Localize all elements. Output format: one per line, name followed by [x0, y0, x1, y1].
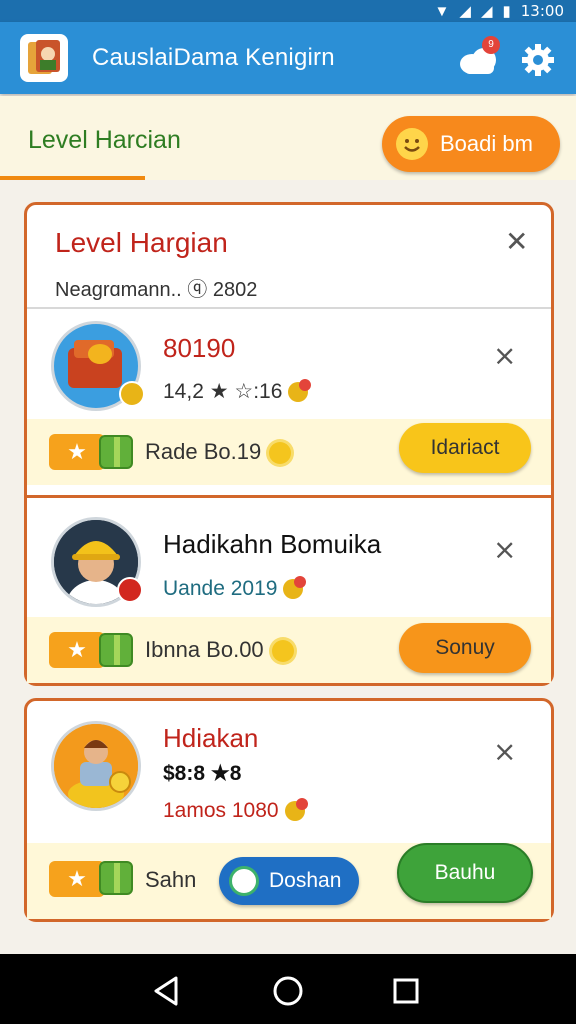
active-tab-indicator — [0, 176, 145, 180]
card-close-icon[interactable]: ✕ — [505, 225, 528, 258]
entry-action-button[interactable]: Bauhu — [397, 843, 533, 903]
coin-icon — [284, 798, 308, 822]
badge-icon — [229, 866, 259, 896]
card-divider — [27, 307, 551, 309]
secondary-action-label: Doshan — [269, 869, 342, 892]
back-icon[interactable] — [154, 976, 178, 1006]
wifi-icon: ▼ — [434, 2, 450, 20]
reward-text: Rade Bo.19 — [145, 439, 292, 465]
secondary-action-button[interactable]: Doshan — [219, 857, 359, 905]
entry-stats-text: 1amos 1080 — [163, 799, 279, 822]
star-icon: ★ — [49, 434, 105, 470]
home-icon[interactable] — [273, 976, 303, 1006]
entry-price: $8:8 ★8 — [163, 762, 242, 785]
app-title: CauslaiDama Kenigirn — [92, 44, 335, 71]
entry-dismiss-icon[interactable]: ⨯ — [493, 533, 516, 566]
level-card: Level Hargian Neagrɑmann.. ⓠ 2802 ✕ 8019… — [24, 202, 554, 686]
entry-title: Hadikahn Bomuika — [163, 529, 382, 559]
entry-stats: 1amos 1080 — [163, 798, 308, 823]
notification-badge: 9 — [482, 36, 500, 54]
reward-text-label: Rade Bo.19 — [145, 439, 262, 464]
entry-title: Hdiakan — [163, 723, 259, 753]
badge-icon — [117, 577, 143, 603]
reward-text: Sahn — [145, 867, 197, 892]
sun-icon — [269, 442, 292, 465]
level-title: Level Harcian — [28, 126, 181, 154]
entry-stats: 14,2 ★ ☆:16 — [163, 379, 312, 404]
coin-icon — [283, 576, 307, 600]
coin-icon — [288, 379, 312, 403]
coin-stack-icon — [271, 640, 294, 663]
star-icon: ★ — [49, 861, 105, 897]
entry-action-button[interactable]: Sonuy — [399, 623, 531, 673]
status-icons: ▼ ◢ ◢ ▮ 13:00 — [435, 2, 564, 20]
system-nav-bar — [0, 954, 576, 1024]
battery-icon: ▮ — [502, 3, 511, 20]
entry-stats-text: Uande 2019 — [163, 577, 278, 600]
reward-strip: ★ Ibnna Bo.00 Sonuy — [27, 617, 551, 683]
reward-strip: ★ Sahn Doshan Bauhu — [27, 843, 551, 919]
avatar — [51, 721, 141, 811]
level-card: Hdiakan $8:8 ★8 1amos 1080 ⨯ ★ Sahn Dosh… — [24, 698, 554, 922]
status-bar: ▼ ◢ ◢ ▮ 13:00 — [0, 0, 576, 22]
signal-icon-2: ◢ — [480, 3, 493, 20]
reward-text: Ibnna Bo.00 — [145, 637, 294, 663]
card-title: Level Hargian — [55, 227, 228, 258]
smiley-icon — [396, 128, 428, 160]
reward-text-label: Ibnna Bo.00 — [145, 637, 264, 662]
coin-badge-icon — [119, 381, 145, 407]
signal-icon: ◢ — [459, 3, 471, 20]
entry-stats: Uande 2019 — [163, 576, 307, 601]
clock: 13:00 — [520, 2, 564, 20]
entry-dismiss-icon[interactable]: ⨯ — [493, 339, 516, 372]
entry-action-button[interactable]: Idariact — [399, 423, 531, 473]
card-subtitle: Neagrɑmann.. ⓠ 2802 — [55, 279, 258, 301]
entry-stats-text: 14,2 ★ ☆:16 — [163, 380, 283, 403]
reward-strip: ★ Rade Bo.19 Idariact — [27, 419, 551, 485]
gift-icon — [99, 861, 133, 895]
gift-icon — [99, 435, 133, 469]
star-icon: ★ — [49, 632, 105, 668]
gear-icon[interactable] — [520, 42, 556, 78]
entry-separator — [27, 495, 551, 498]
entry-dismiss-icon[interactable]: ⨯ — [493, 735, 516, 768]
bonus-button-label: Boadi bm — [440, 131, 533, 156]
app-logo-icon[interactable] — [20, 34, 68, 82]
gift-icon — [99, 633, 133, 667]
app-bar: CauslaiDama Kenigirn 9 — [0, 22, 576, 94]
recents-icon[interactable] — [393, 978, 419, 1004]
entry-title: 80190 — [163, 333, 236, 363]
bonus-button[interactable]: Boadi bm — [382, 116, 560, 172]
